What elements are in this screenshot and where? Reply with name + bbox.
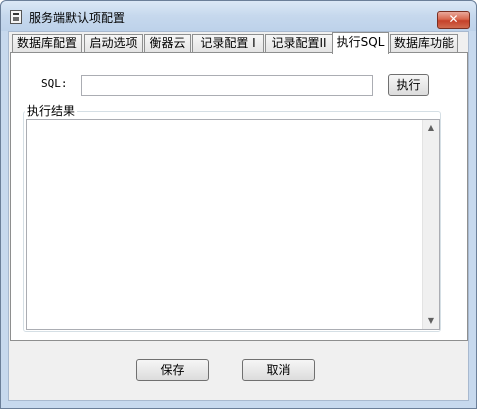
scroll-up-arrow-icon[interactable]: ▲ [423, 120, 439, 136]
sql-label: SQL: [41, 77, 68, 90]
tab-panel-execute-sql: SQL: 执行 执行结果 ▲ ▼ [10, 52, 468, 341]
tab-database-config[interactable]: 数据库配置 [12, 34, 82, 53]
tab-strip: 数据库配置 启动选项 衡器云 记录配置 I 记录配置II 执行SQL 数据库功能 [10, 32, 470, 54]
close-icon: ✕ [448, 12, 459, 26]
title-bar[interactable]: 服务端默认项配置 ✕ [1, 1, 476, 31]
cancel-button[interactable]: 取消 [242, 359, 315, 381]
tab-record-config-2[interactable]: 记录配置II [265, 34, 333, 53]
app-icon [10, 10, 22, 24]
scroll-down-arrow-icon[interactable]: ▼ [423, 313, 439, 329]
tab-database-functions[interactable]: 数据库功能 [390, 34, 458, 53]
result-group-label: 执行结果 [25, 102, 78, 119]
sql-input[interactable] [81, 75, 373, 96]
tab-scale-cloud[interactable]: 衡器云 [144, 34, 191, 53]
tab-record-config-1[interactable]: 记录配置 I [192, 34, 264, 53]
dialog-client: 数据库配置 启动选项 衡器云 记录配置 I 记录配置II 执行SQL 数据库功能… [8, 31, 469, 401]
save-button[interactable]: 保存 [136, 359, 209, 381]
close-button[interactable]: ✕ [437, 11, 470, 29]
tab-execute-sql[interactable]: 执行SQL [332, 32, 389, 54]
result-scrollbar[interactable]: ▲ ▼ [422, 120, 439, 329]
result-textarea[interactable]: ▲ ▼ [26, 119, 440, 330]
window-title: 服务端默认项配置 [29, 11, 126, 25]
tab-startup-options[interactable]: 启动选项 [84, 34, 143, 53]
execute-button[interactable]: 执行 [388, 74, 429, 96]
